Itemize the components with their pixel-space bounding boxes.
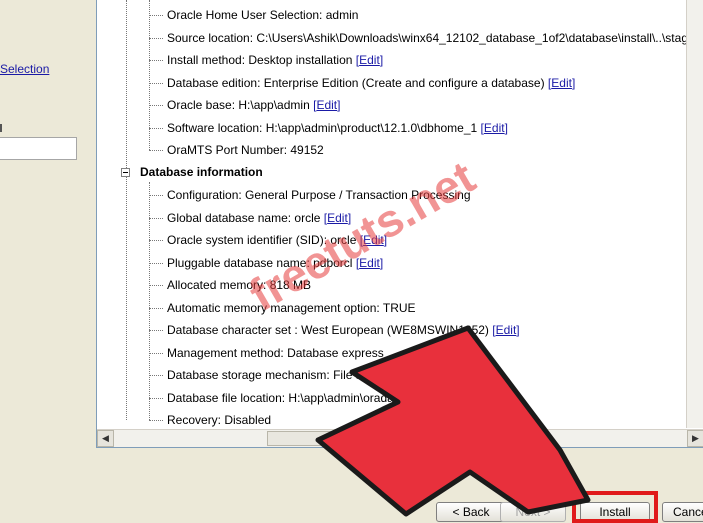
- tree-branch: [149, 217, 163, 219]
- nav-item-summary-selected[interactable]: [0, 137, 77, 160]
- bracket: ]: [379, 255, 384, 270]
- summary-row: Global database name: orcle [Edit]: [149, 208, 351, 228]
- install-highlight-box: [572, 491, 658, 523]
- summary-row: Configuration: General Purpose / Transac…: [149, 185, 471, 205]
- edit-link[interactable]: Edit: [316, 98, 337, 112]
- summary-row: Install method: Desktop installation [Ed…: [149, 50, 383, 70]
- tree-branch: [149, 397, 163, 399]
- summary-row: Allocated memory: 818 MB: [149, 275, 311, 295]
- database-information-header: Database information: [121, 162, 263, 182]
- tree-branch: [149, 330, 163, 332]
- summary-row: Management method: Database express: [149, 343, 384, 363]
- edit-link[interactable]: Edit: [496, 323, 517, 337]
- edit-link[interactable]: Edit: [551, 76, 572, 90]
- tree-branch: [149, 127, 163, 129]
- summary-row-text: Database character set : West European (…: [167, 323, 489, 337]
- summary-row: Database file location: H:\app\admin\ora…: [149, 388, 404, 408]
- tree-branch: [149, 262, 163, 264]
- left-navigation-panel: Selection: [0, 0, 80, 480]
- summary-row: Database edition: Enterprise Edition (Cr…: [149, 73, 575, 93]
- edit-link[interactable]: Edit: [363, 233, 384, 247]
- next-button[interactable]: Next >: [500, 502, 566, 522]
- summary-row: Database storage mechanism: File system: [149, 365, 394, 385]
- summary-row: Oracle Home User Selection: admin: [149, 5, 358, 25]
- nav-link-selection[interactable]: Selection: [0, 62, 49, 76]
- summary-row-text: Oracle base: H:\app\admin: [167, 98, 310, 112]
- tree-branch: [149, 352, 163, 354]
- tree-branch: [149, 240, 163, 242]
- tree-branch: [149, 195, 163, 197]
- vertical-scrollbar[interactable]: [686, 0, 703, 428]
- tree-branch: [149, 307, 163, 309]
- summary-row-text: Database file location: H:\app\admin\ora…: [167, 390, 404, 405]
- summary-row: Source location: C:\Users\Ashik\Download…: [149, 28, 688, 48]
- tree-branch: [149, 285, 163, 287]
- edit-link[interactable]: Edit: [484, 121, 505, 135]
- grip-icon: [373, 436, 393, 442]
- scroll-right-icon[interactable]: ▶: [687, 430, 703, 447]
- scrollbar-thumb[interactable]: [267, 431, 497, 446]
- summary-row: OraMTS Port Number: 49152: [149, 140, 324, 160]
- bracket: ]: [379, 53, 384, 67]
- tree-branch: [149, 105, 163, 107]
- summary-row: Oracle system identifier (SID): orcle [E…: [149, 230, 387, 250]
- tree-branch: [149, 420, 163, 422]
- bracket: ]: [347, 210, 352, 225]
- summary-row-text: Oracle system identifier (SID): orcle: [167, 233, 357, 247]
- summary-row-text: Allocated memory: 818 MB: [167, 278, 312, 292]
- summary-row-text: Pluggable database name: pdborcl: [167, 255, 353, 270]
- section-title: Database information: [140, 165, 263, 179]
- summary-row-text: Management method: Database express: [167, 345, 384, 360]
- bracket: ]: [504, 120, 508, 135]
- collapse-icon[interactable]: [121, 168, 130, 178]
- summary-row-text: Database edition: Enterprise Edition (Cr…: [167, 75, 545, 90]
- summary-row: Oracle base: H:\app\admin [Edit]: [149, 95, 340, 115]
- summary-row-text: Recovery: Disabled: [167, 413, 272, 427]
- summary-row-text: Source location: C:\Users\Ashik\Download…: [167, 30, 688, 45]
- summary-row: Recovery: Disabled: [149, 410, 271, 430]
- tree-branch: [149, 60, 163, 62]
- edit-link[interactable]: Edit: [359, 53, 380, 67]
- tree-branch: [149, 37, 163, 39]
- summary-row-text: OraMTS Port Number: 49152: [167, 143, 324, 157]
- bracket: ]: [337, 98, 341, 112]
- summary-row-text: Oracle Home User Selection: admin: [167, 8, 359, 22]
- summary-row-text: Global database name: orcle: [167, 210, 321, 225]
- summary-row: Software location: H:\app\admin\product\…: [149, 118, 508, 138]
- summary-row-text: Install method: Desktop installation: [167, 53, 353, 67]
- scroll-left-icon[interactable]: ◀: [97, 430, 114, 447]
- cancel-button[interactable]: Cancel: [662, 502, 703, 522]
- summary-row-text: Automatic memory management option: TRUE: [167, 300, 416, 315]
- bracket: ]: [516, 323, 520, 337]
- bracket: ]: [571, 75, 576, 90]
- back-button[interactable]: < Back: [436, 502, 506, 522]
- tree-branch: [149, 150, 163, 152]
- edit-link[interactable]: Edit: [359, 256, 380, 270]
- summary-tree-panel: Oracle Home User Selection: admin Source …: [96, 0, 703, 448]
- tree-branch: [149, 15, 163, 17]
- bracket: ]: [383, 233, 388, 247]
- summary-row: Automatic memory management option: TRUE: [149, 298, 416, 318]
- summary-row-text: Software location: H:\app\admin\product\…: [167, 120, 478, 135]
- tree-branch: [149, 82, 163, 84]
- horizontal-scrollbar[interactable]: ◀ ▶: [97, 429, 703, 447]
- tree-connector: [126, 0, 127, 420]
- nav-tick: [0, 124, 2, 132]
- edit-link[interactable]: Edit: [327, 211, 348, 225]
- summary-row-text: Configuration: General Purpose / Transac…: [167, 188, 471, 202]
- summary-row-text: Database storage mechanism: File system: [167, 368, 394, 382]
- tree-branch: [149, 375, 163, 377]
- summary-row: Pluggable database name: pdborcl [Edit]: [149, 253, 383, 273]
- summary-row: Database character set : West European (…: [149, 320, 520, 340]
